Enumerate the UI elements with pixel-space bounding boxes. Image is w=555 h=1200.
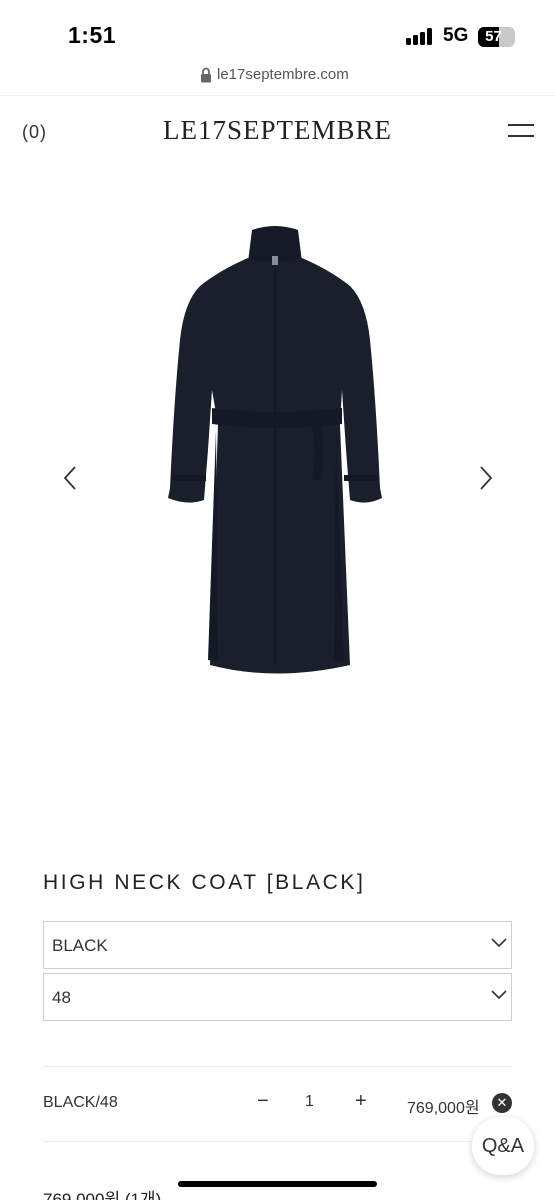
hamburger-menu-icon[interactable] [508,123,534,139]
brand-logo[interactable]: LE17SEPTEMBRE [0,115,555,146]
size-select-value: 48 [52,988,71,1007]
chevron-down-icon [491,990,507,1000]
address-bar[interactable]: le17septembre.com [0,62,555,96]
quantity-value[interactable]: 1 [305,1093,314,1111]
product-gallery [0,180,555,780]
status-time: 1:51 [68,22,117,48]
quantity-decrease-button[interactable]: − [257,1090,269,1113]
remove-option-close-icon[interactable]: ✕ [492,1093,512,1113]
product-title: HIGH NECK COAT [BLACK] [43,871,366,894]
total-price: 769,000원 (1개) [43,1190,162,1200]
url-text: le17septembre.com [217,66,349,83]
divider [43,1141,512,1142]
lock-icon [201,67,211,83]
size-select[interactable]: 48 [43,973,512,1021]
product-image[interactable] [160,220,390,680]
home-indicator[interactable] [178,1181,377,1187]
previous-image-arrow-icon[interactable] [60,463,82,493]
divider [43,1066,512,1067]
color-select-value: BLACK [52,936,108,955]
battery-icon: 57 [478,27,515,47]
network-label: 5G [443,25,469,46]
chevron-down-icon [491,938,507,948]
battery-level: 57 [485,28,502,45]
next-image-arrow-icon[interactable] [474,463,496,493]
selected-option-label: BLACK/48 [43,1094,118,1111]
status-bar: 1:51 5G 57 [0,0,555,62]
quantity-increase-button[interactable]: + [355,1090,367,1113]
qa-button[interactable]: Q&A [472,1117,534,1175]
option-price: 769,000원 [407,1100,480,1117]
color-select[interactable]: BLACK [43,921,512,969]
signal-icon [406,28,436,45]
